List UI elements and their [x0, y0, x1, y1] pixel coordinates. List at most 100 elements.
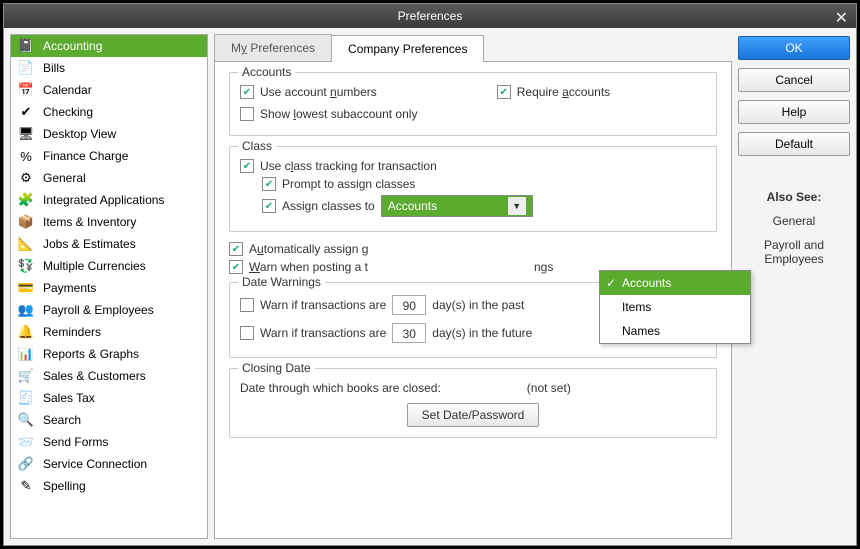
show-lowest-subaccount-row[interactable]: Show lowest subaccount only [240, 107, 706, 121]
assign-classes-to-row[interactable]: ✔ Assign classes to Accounts ▼ [262, 195, 706, 217]
right-button-panel: OK Cancel Help Default Also See: General… [738, 34, 850, 539]
sidebar-icon: 📨 [17, 434, 35, 450]
date-warnings-legend: Date Warnings [238, 275, 325, 289]
checkbox-icon: ✔ [240, 159, 254, 173]
sidebar-label: Service Connection [43, 457, 147, 471]
sidebar-icon: 📦 [17, 214, 35, 230]
future-days-input[interactable]: 30 [392, 323, 426, 343]
sidebar-item-finance-charge[interactable]: %Finance Charge [11, 145, 207, 167]
sidebar-label: Bills [43, 61, 65, 75]
checkbox-icon: ✔ [229, 260, 243, 274]
titlebar: Preferences ✕ [4, 4, 856, 28]
class-legend: Class [238, 139, 276, 153]
also-see-general[interactable]: General [738, 214, 850, 228]
sidebar-item-bills[interactable]: 📄 Bills [11, 57, 207, 79]
sidebar-label: Sales Tax [43, 391, 95, 405]
checkbox-icon [240, 298, 254, 312]
sidebar-label: Checking [43, 105, 93, 119]
sidebar-label: Items & Inventory [43, 215, 136, 229]
use-class-tracking-row[interactable]: ✔ Use class tracking for transaction [240, 159, 706, 173]
sidebar-icon: 💱 [17, 258, 35, 274]
sidebar-item-service-connection[interactable]: 🔗Service Connection [11, 453, 207, 475]
assign-classes-combo[interactable]: Accounts ▼ [381, 195, 533, 217]
sidebar-label: Reports & Graphs [43, 347, 139, 361]
sidebar-item-payroll-employees[interactable]: 👥 Payroll & Employees [11, 299, 207, 321]
prompt-assign-classes-row[interactable]: ✔ Prompt to assign classes [262, 177, 706, 191]
sidebar-item-reminders[interactable]: 🔔 Reminders [11, 321, 207, 343]
sidebar-item-accounting[interactable]: 📓 Accounting [11, 35, 207, 57]
sidebar-icon: 🛒 [17, 368, 35, 384]
sidebar-icon: 📅 [17, 82, 35, 98]
tab-my-preferences[interactable]: My Preferences [214, 34, 332, 61]
sidebar-item-sales-tax[interactable]: 🧾 Sales Tax [11, 387, 207, 409]
close-icon[interactable]: ✕ [835, 8, 848, 28]
sidebar-icon: ⚙ [17, 170, 35, 186]
assign-classes-dropdown: Accounts Items Names [599, 270, 751, 344]
sidebar-icon: 🧾 [17, 390, 35, 406]
also-see: Also See: General Payroll and Employees [738, 190, 850, 276]
sidebar-icon: 📓 [17, 38, 35, 54]
sidebar-icon: 🔔 [17, 324, 35, 340]
require-accounts-row[interactable]: ✔ Require accounts [497, 85, 610, 99]
sidebar-icon: % [17, 148, 35, 164]
sidebar-item-spelling[interactable]: ✎ Spelling [11, 475, 207, 497]
sidebar-label: Sales & Customers [43, 369, 146, 383]
set-date-password-button[interactable]: Set Date/Password [407, 403, 540, 427]
sidebar-icon: 🔍 [17, 412, 35, 428]
sidebar-label: Spelling [43, 479, 86, 493]
class-group: Class ✔ Use class tracking for transacti… [229, 146, 717, 232]
sidebar-label: Reminders [43, 325, 101, 339]
use-account-numbers-row[interactable]: ✔ Use account numbers [240, 85, 377, 99]
sidebar-icon: 💳 [17, 280, 35, 296]
also-see-payroll[interactable]: Payroll and Employees [738, 238, 850, 266]
sidebar-label: General [43, 171, 86, 185]
accounts-group: Accounts ✔ Use account numbers ✔ Require… [229, 72, 717, 136]
sidebar-label: Payments [43, 281, 96, 295]
sidebar-item-send-forms[interactable]: 📨 Send Forms [11, 431, 207, 453]
sidebar-label: Multiple Currencies [43, 259, 146, 273]
sidebar-label: Payroll & Employees [43, 303, 154, 317]
checkbox-icon: ✔ [262, 177, 276, 191]
sidebar-label: Jobs & Estimates [43, 237, 136, 251]
dropdown-option-names[interactable]: Names [600, 319, 750, 343]
tabs: My Preferences Company Preferences [214, 34, 732, 62]
sidebar-item-jobs-estimates[interactable]: 📐 Jobs & Estimates [11, 233, 207, 255]
default-button[interactable]: Default [738, 132, 850, 156]
sidebar-item-payments[interactable]: 💳 Payments [11, 277, 207, 299]
sidebar-icon: 📄 [17, 60, 35, 76]
ok-button[interactable]: OK [738, 36, 850, 60]
sidebar-icon: 🖥 [17, 126, 35, 142]
checkbox-icon: ✔ [240, 85, 254, 99]
sidebar-label: Send Forms [43, 435, 108, 449]
past-days-input[interactable]: 90 [392, 295, 426, 315]
sidebar-icon: ✔ [17, 104, 35, 120]
sidebar-item-search[interactable]: 🔍Search [11, 409, 207, 431]
sidebar-item-checking[interactable]: ✔ Checking [11, 101, 207, 123]
sidebar-icon: 📐 [17, 236, 35, 252]
dropdown-option-items[interactable]: Items [600, 295, 750, 319]
sidebar-item-multiple-currencies[interactable]: 💱 Multiple Currencies [11, 255, 207, 277]
window-title: Preferences [398, 9, 463, 23]
sidebar-label: Calendar [43, 83, 92, 97]
sidebar-icon: ✎ [17, 478, 35, 494]
dropdown-option-accounts[interactable]: Accounts [600, 271, 750, 295]
cancel-button[interactable]: Cancel [738, 68, 850, 92]
sidebar-item-items-inventory[interactable]: 📦 Items & Inventory [11, 211, 207, 233]
sidebar-item-calendar[interactable]: 📅 Calendar [11, 79, 207, 101]
checkbox-icon: ✔ [262, 199, 276, 213]
sidebar-item-desktop-view[interactable]: 🖥Desktop View [11, 123, 207, 145]
sidebar-item-sales-customers[interactable]: 🛒 Sales & Customers [11, 365, 207, 387]
sidebar-icon: 📊 [17, 346, 35, 362]
preferences-sidebar: 📓 Accounting 📄 Bills 📅 Calendar ✔ Checking 🖥Desk… [10, 34, 208, 539]
closing-date-legend: Closing Date [238, 361, 315, 375]
checkbox-icon [240, 326, 254, 340]
checkbox-icon: ✔ [497, 85, 511, 99]
help-button[interactable]: Help [738, 100, 850, 124]
sidebar-item-reports-graphs[interactable]: 📊 Reports & Graphs [11, 343, 207, 365]
tab-company-preferences[interactable]: Company Preferences [331, 35, 484, 62]
sidebar-item-general[interactable]: ⚙ General [11, 167, 207, 189]
sidebar-item-integrated-applications[interactable]: 🧩Integrated Applications [11, 189, 207, 211]
sidebar-label: Accounting [43, 39, 102, 53]
auto-assign-row[interactable]: ✔ Automatically assign g [229, 242, 717, 256]
sidebar-icon: 👥 [17, 302, 35, 318]
